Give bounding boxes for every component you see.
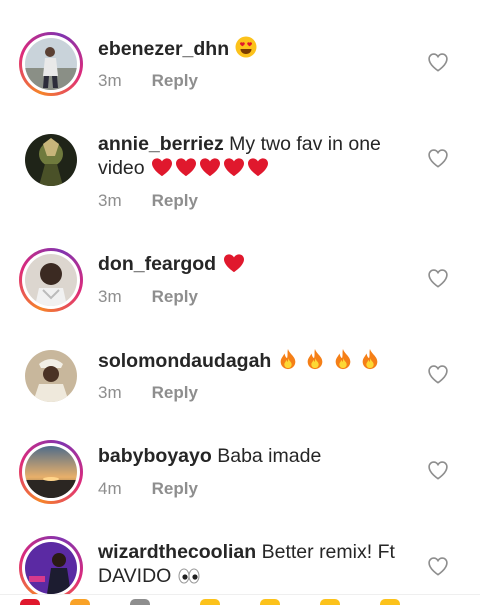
clap-emoji[interactable]	[130, 599, 150, 605]
red-heart-emoji	[150, 157, 174, 183]
fire-emoji	[277, 348, 299, 376]
avatar-image	[25, 350, 77, 402]
crying-face-emoji[interactable]	[200, 599, 220, 605]
reply-button[interactable]: Reply	[152, 287, 198, 306]
laughing-face-emoji[interactable]	[380, 599, 400, 605]
heart-outline-icon	[428, 149, 448, 168]
avatar	[25, 350, 77, 402]
comment-username[interactable]: babyboyayo	[98, 445, 212, 467]
comment-body: ebenezer_dhn	[98, 36, 416, 64]
fire-emoji	[359, 348, 381, 376]
reply-button[interactable]: Reply	[152, 383, 198, 402]
comment-username[interactable]: annie_berriez	[98, 133, 224, 155]
comment-username[interactable]: ebenezer_dhn	[98, 38, 229, 60]
avatar	[25, 134, 77, 186]
avatar-image	[25, 254, 77, 306]
avatar-image	[25, 38, 77, 90]
heart-eyes-emoji	[235, 36, 257, 64]
comment-meta: 3m Reply	[98, 287, 198, 307]
avatar-container[interactable]	[19, 344, 83, 408]
heart-outline-icon	[428, 461, 448, 480]
heart-outline-icon	[428, 269, 448, 288]
avatar-image	[25, 134, 77, 186]
like-button[interactable]	[427, 148, 449, 168]
avatar	[25, 254, 77, 306]
red-heart-emoji	[174, 157, 198, 183]
like-button[interactable]	[427, 268, 449, 288]
heart-outline-icon	[428, 365, 448, 384]
like-button[interactable]	[427, 460, 449, 480]
comment-username[interactable]: solomondaudagah	[98, 350, 271, 372]
like-button[interactable]	[427, 556, 449, 576]
like-button[interactable]	[427, 364, 449, 384]
comment-body: solomondaudagah	[98, 348, 416, 376]
comment-time: 3m	[98, 71, 122, 90]
comment-time: 3m	[98, 191, 122, 210]
red-heart-emoji[interactable]	[20, 599, 40, 605]
comments-list: ebenezer_dhn 3m Reply annie_berriez My t…	[0, 0, 480, 605]
avatar-image	[25, 542, 77, 594]
comment-meta: 3m Reply	[98, 191, 198, 211]
comment-time: 3m	[98, 287, 122, 306]
surprised-face-emoji[interactable]	[320, 599, 340, 605]
comment-body: babyboyayo Baba imade	[98, 444, 416, 468]
emoji-reaction-bar	[0, 594, 480, 605]
comment-time: 3m	[98, 383, 122, 402]
comment-body: don_feargod	[98, 252, 416, 279]
avatar	[25, 542, 77, 594]
comment-text: Baba imade	[217, 445, 322, 467]
heart-outline-icon	[428, 557, 448, 576]
like-button[interactable]	[427, 52, 449, 72]
avatar-story-ring[interactable]	[19, 248, 83, 312]
comment-time: 4m	[98, 479, 122, 498]
reply-button[interactable]: Reply	[152, 479, 198, 498]
avatar-container[interactable]	[19, 128, 83, 192]
fire-emoji	[304, 348, 326, 376]
red-heart-emoji	[198, 157, 222, 183]
comment-meta: 3m Reply	[98, 383, 198, 403]
comment-body: annie_berriez My two fav in one video	[98, 132, 416, 183]
reply-button[interactable]: Reply	[152, 71, 198, 90]
comment-username[interactable]: don_feargod	[98, 253, 216, 275]
avatar-image	[25, 446, 77, 498]
avatar	[25, 446, 77, 498]
avatar-story-ring[interactable]	[19, 32, 83, 96]
comment-body: wizardthecoolian Better remix! Ft DAVIDO	[98, 540, 416, 591]
avatar-story-ring[interactable]	[19, 536, 83, 600]
red-heart-emoji	[222, 157, 246, 183]
heart-eyes-emoji[interactable]	[260, 599, 280, 605]
fire-emoji	[332, 348, 354, 376]
red-heart-emoji	[246, 157, 270, 183]
fire-emoji[interactable]	[70, 599, 90, 605]
comment-username[interactable]: wizardthecoolian	[98, 541, 256, 563]
comment-meta: 4m Reply	[98, 479, 198, 499]
red-heart-emoji	[222, 253, 246, 279]
comment-meta: 3m Reply	[98, 71, 198, 91]
reply-button[interactable]: Reply	[152, 191, 198, 210]
avatar-story-ring[interactable]	[19, 440, 83, 504]
heart-outline-icon	[428, 53, 448, 72]
avatar	[25, 38, 77, 90]
eyes-emoji	[177, 567, 201, 591]
